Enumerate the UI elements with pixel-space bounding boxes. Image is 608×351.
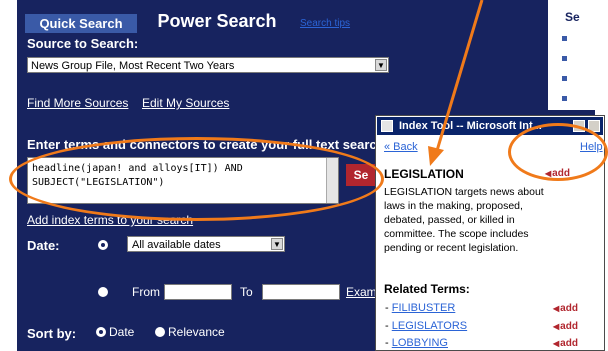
annotation-arrow-icon bbox=[428, 0, 484, 166]
screenshot-stage: Quick Search Power Search Search tips So… bbox=[0, 0, 608, 351]
